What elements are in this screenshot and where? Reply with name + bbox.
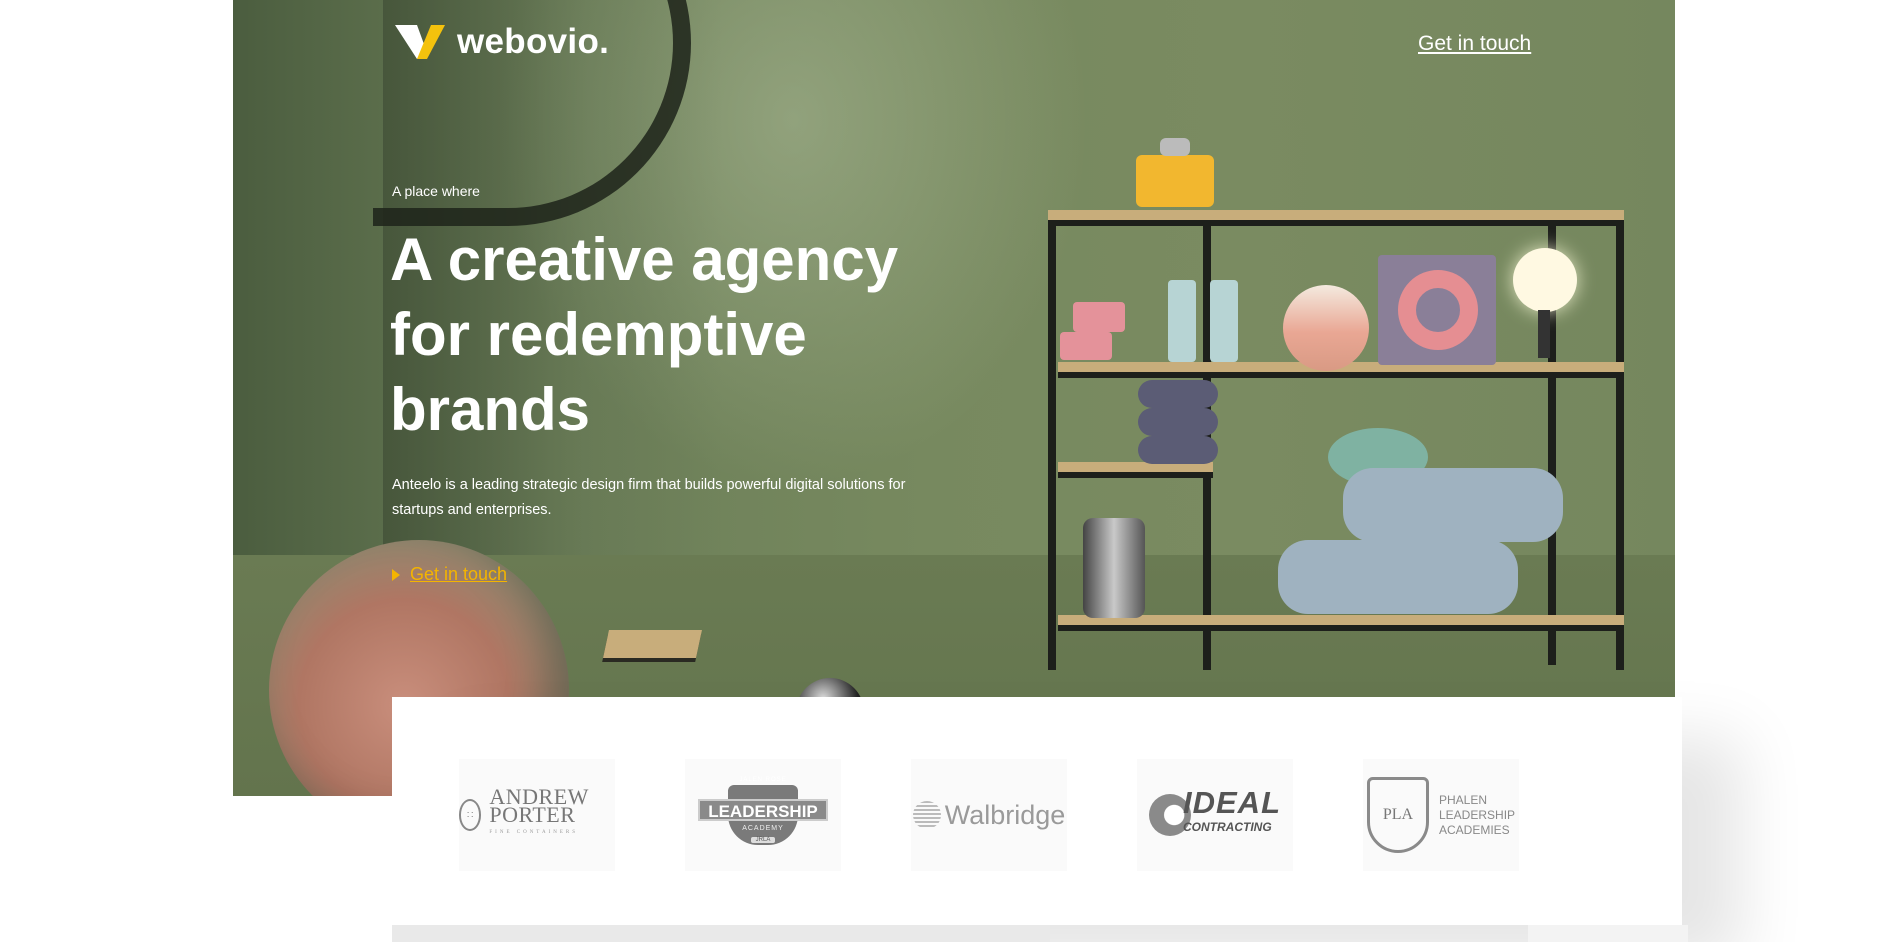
shelf-board [1058, 615, 1624, 631]
next-section-preview [1528, 925, 1688, 942]
shelf-illustration [1028, 130, 1648, 670]
hero-cta-label: Get in touch [410, 564, 508, 584]
client-logo-ideal-contracting: IDEAL CONTRACTING [1137, 759, 1293, 871]
client-name: ANDREW PORTER [489, 784, 589, 827]
client-sub: ACADEMY [742, 825, 784, 832]
logo-text: webovio. [457, 22, 610, 61]
pillow [1343, 468, 1563, 542]
bottle [1210, 280, 1238, 362]
client-top: JALEN ROSE [739, 777, 787, 783]
header-get-in-touch-link[interactable]: Get in touch [1418, 32, 1531, 56]
client-badge: JRLA [751, 837, 775, 843]
client-logo-walbridge: Walbridge [911, 759, 1067, 871]
pink-box [1060, 332, 1112, 360]
crest-icon: PLA [1367, 777, 1429, 853]
hero-get-in-touch-link[interactable]: Get in touch [392, 564, 507, 585]
stack-ring [1138, 408, 1218, 436]
client-name: IDEAL [1183, 785, 1281, 820]
client-name: Walbridge [944, 799, 1066, 830]
pink-box [1073, 302, 1125, 332]
stack-ring [1138, 380, 1218, 408]
client-name: PHALEN LEADERSHIP ACADEMIES [1439, 792, 1515, 837]
shelf-post [1616, 215, 1624, 670]
lamp-globe [1513, 248, 1577, 312]
play-arrow-icon [392, 568, 400, 581]
shelf-board [1058, 462, 1213, 478]
client-logos-strip: ∷ ANDREW PORTER FINE CONTAINERS JALEN RO… [392, 697, 1682, 925]
decorative-plate [603, 630, 702, 658]
stack-ring [1138, 436, 1218, 464]
pillow [1278, 540, 1518, 614]
shelf-post [1048, 215, 1056, 670]
pink-sphere [1283, 285, 1369, 371]
client-sub: FINE CONTAINERS [489, 830, 579, 835]
logo-icon [395, 25, 445, 59]
client-logo-phalen-leadership-academies: PLA PHALEN LEADERSHIP ACADEMIES [1363, 759, 1519, 871]
yellow-jar [1136, 155, 1214, 207]
jar-lid [1160, 138, 1190, 156]
client-logo-leadership-academy: JALEN ROSE LEADERSHIP ACADEMY JRLA [685, 759, 841, 871]
logo[interactable]: webovio. [395, 22, 609, 62]
hero-headline: A creative agency for redemptive brands [390, 226, 899, 443]
client-logo-andrew-porter: ∷ ANDREW PORTER FINE CONTAINERS [459, 759, 615, 871]
globe-icon [912, 801, 941, 829]
client-sub: CONTRACTING [1183, 820, 1272, 834]
pink-donut [1398, 270, 1478, 350]
next-section-preview [392, 925, 1050, 942]
hero-description: Anteelo is a leading strategic design fi… [392, 477, 906, 518]
seal-icon: ∷ [459, 799, 482, 831]
bottle [1168, 280, 1196, 362]
chrome-canister [1083, 518, 1145, 618]
client-name: LEADERSHIP [698, 799, 828, 821]
lamp-stand [1538, 310, 1550, 358]
hero-eyebrow: A place where [392, 183, 480, 199]
shelf-board [1048, 210, 1624, 226]
